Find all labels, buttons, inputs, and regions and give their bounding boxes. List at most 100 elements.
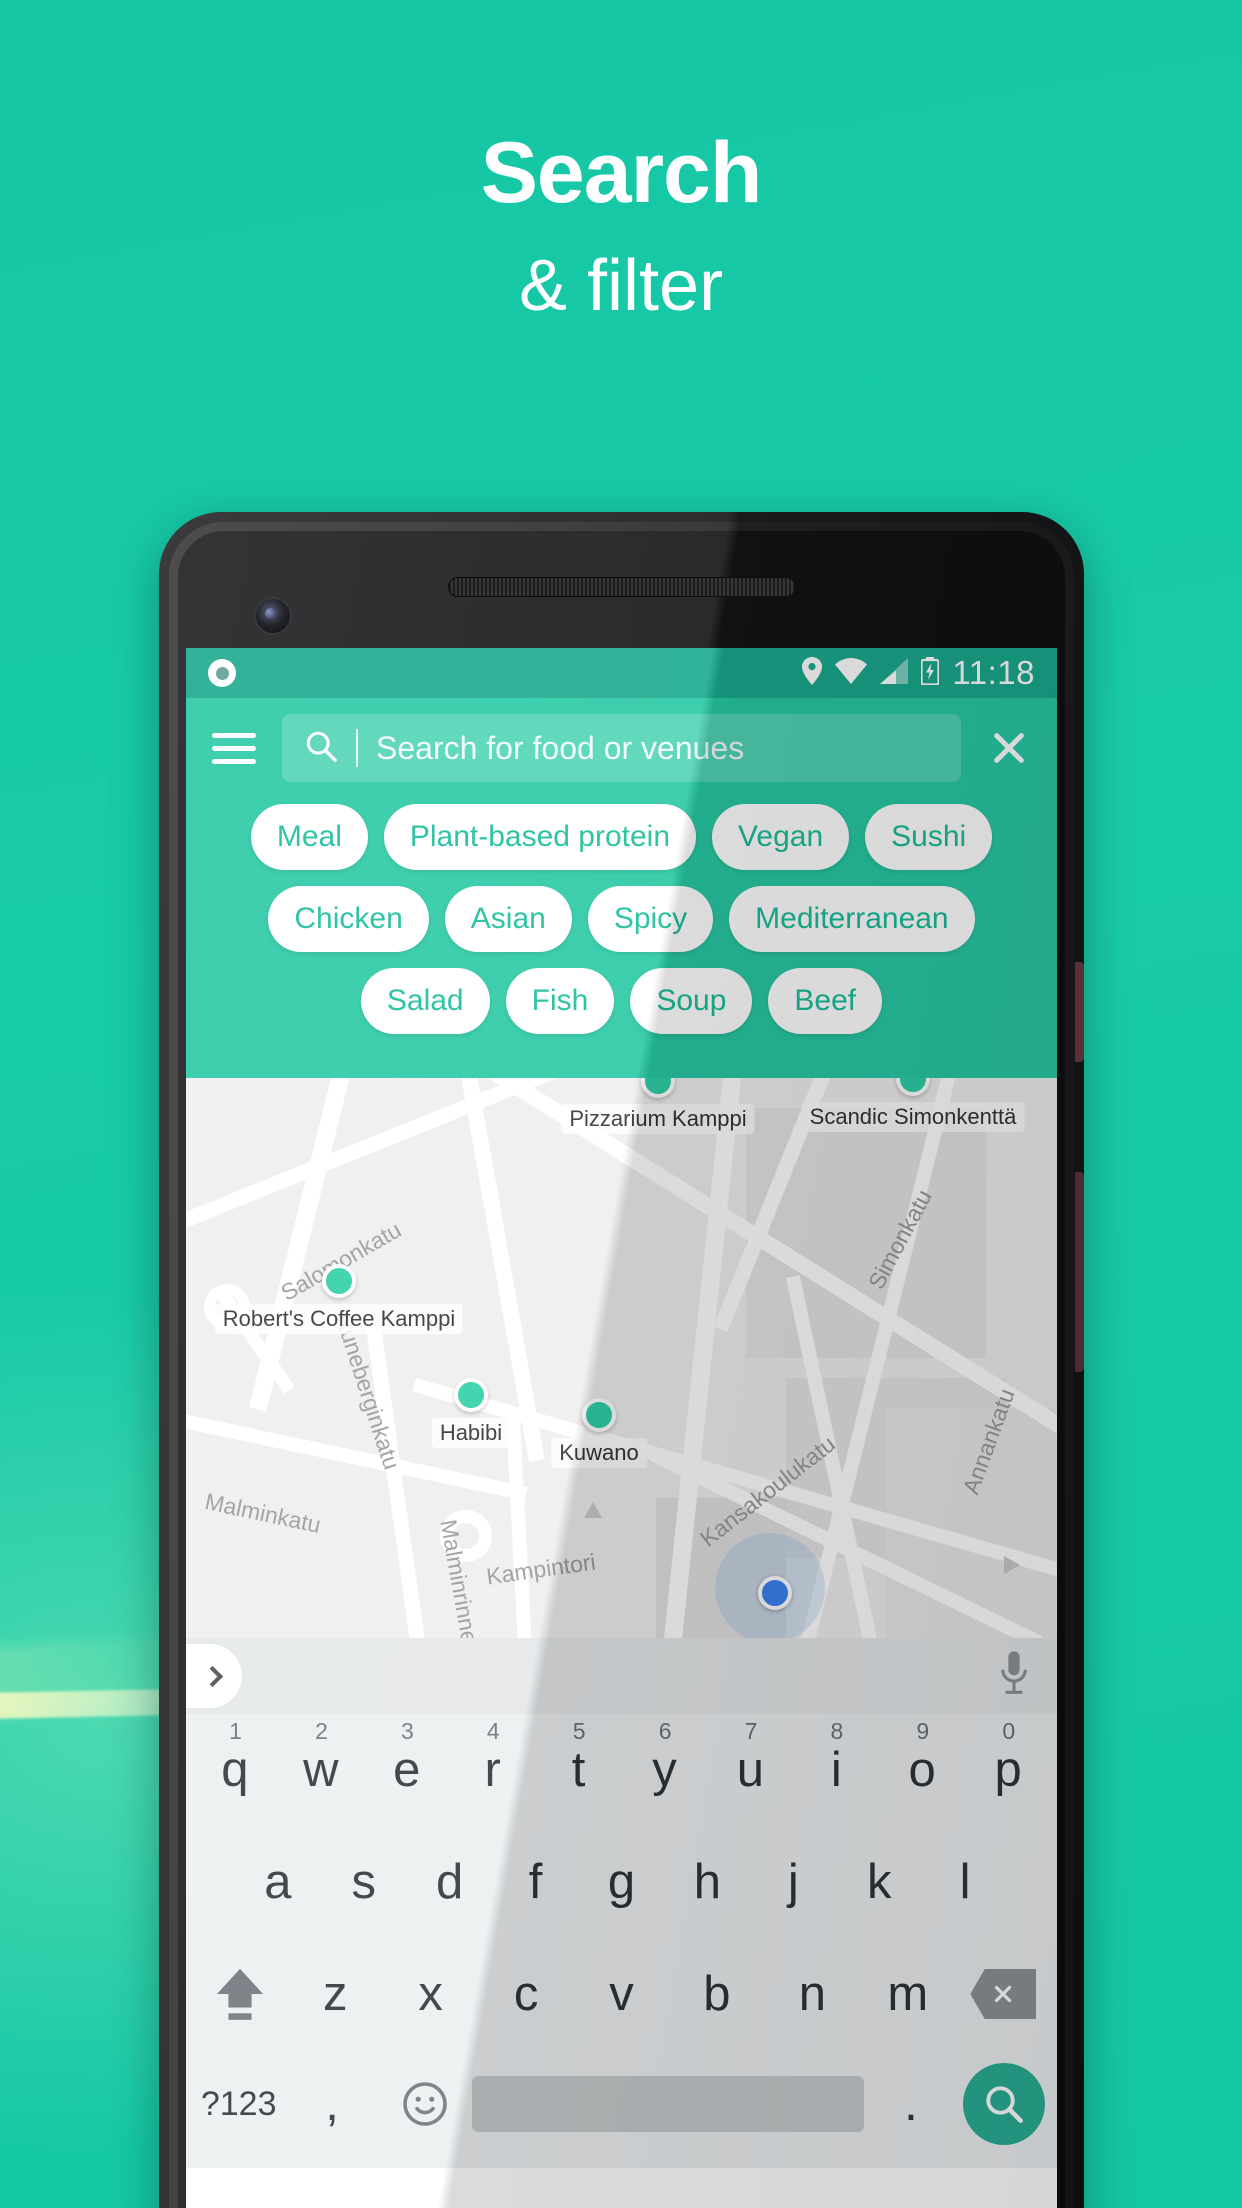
key-comma[interactable]: , bbox=[285, 2050, 378, 2158]
key-letter: l bbox=[959, 1854, 971, 1909]
map-pin-dot bbox=[322, 1264, 356, 1298]
spacebar-key[interactable] bbox=[472, 2076, 865, 2132]
key-number: 5 bbox=[572, 1718, 586, 1744]
status-bar-clock: 11:18 bbox=[952, 654, 1035, 691]
key-letter: t bbox=[571, 1742, 586, 1797]
key-u[interactable]: 7u bbox=[707, 1714, 793, 1826]
key-o[interactable]: 9o bbox=[879, 1714, 965, 1826]
key-y[interactable]: 6y bbox=[622, 1714, 708, 1826]
key-r[interactable]: 4r bbox=[450, 1714, 536, 1826]
key-letter: d bbox=[436, 1854, 464, 1909]
wifi-icon bbox=[835, 657, 868, 689]
filter-chip-vegan[interactable]: Vegan bbox=[712, 804, 850, 870]
phone-mockup: 11:18 Search for food or venues Meal Pla… bbox=[159, 512, 1084, 2208]
key-letter: i bbox=[830, 1742, 842, 1797]
key-a[interactable]: a bbox=[235, 1826, 321, 1938]
shift-arrow-icon[interactable] bbox=[192, 1938, 287, 2050]
map-pin-dot bbox=[641, 1078, 675, 1098]
filter-chip-fish[interactable]: Fish bbox=[505, 968, 615, 1034]
backspace-icon[interactable] bbox=[956, 1938, 1051, 2050]
search-input[interactable]: Search for food or venues bbox=[282, 714, 961, 782]
filter-chip-sushi[interactable]: Sushi bbox=[865, 804, 993, 870]
key-f[interactable]: f bbox=[493, 1826, 579, 1938]
key-m[interactable]: m bbox=[860, 1938, 955, 2050]
key-z[interactable]: z bbox=[287, 1938, 382, 2050]
key-letter: h bbox=[693, 1854, 722, 1909]
emoji-smiley-icon[interactable] bbox=[379, 2050, 472, 2158]
key-i[interactable]: 8i bbox=[793, 1714, 879, 1826]
key-letter: o bbox=[908, 1742, 936, 1797]
filter-chip-asian[interactable]: Asian bbox=[444, 886, 572, 952]
key-t[interactable]: 5t bbox=[536, 1714, 622, 1826]
filter-chip-panel: Meal Plant-based protein Vegan Sushi Chi… bbox=[186, 796, 1057, 1078]
phone-screen: 11:18 Search for food or venues Meal Pla… bbox=[186, 648, 1057, 2208]
text-caret bbox=[356, 729, 358, 767]
keyboard-row-4: ?123 , . bbox=[186, 2050, 1057, 2168]
key-h[interactable]: h bbox=[664, 1826, 750, 1938]
filter-chip-mediterranean[interactable]: Mediterranean bbox=[729, 886, 975, 952]
key-number: 0 bbox=[1002, 1718, 1016, 1744]
map-pin-label: Scandic Simonkenttä bbox=[801, 1102, 1025, 1132]
map-pin-kuwano[interactable]: Kuwano bbox=[551, 1398, 647, 1468]
key-j[interactable]: j bbox=[750, 1826, 836, 1938]
key-letter: a bbox=[264, 1854, 292, 1909]
map-pin-dot bbox=[896, 1078, 930, 1096]
cellular-signal-icon bbox=[880, 657, 909, 689]
key-number: 2 bbox=[315, 1718, 328, 1744]
map-pin-label: Habibi bbox=[431, 1418, 511, 1448]
symbols-label: ?123 bbox=[200, 2085, 277, 2123]
filter-chip-chicken[interactable]: Chicken bbox=[268, 886, 429, 952]
filter-chip-plant-based-protein[interactable]: Plant-based protein bbox=[383, 804, 697, 870]
key-number: 6 bbox=[658, 1718, 672, 1744]
map-pin-scandic-simonkentta[interactable]: Scandic Simonkenttä bbox=[801, 1078, 1025, 1132]
power-button[interactable] bbox=[1075, 962, 1084, 1062]
on-screen-keyboard: 1q 2w 3e 4r 5t 6y 7u 8i 9o 0p a s d f g … bbox=[186, 1638, 1057, 2168]
filter-chip-spicy[interactable]: Spicy bbox=[587, 886, 714, 952]
filter-chip-row-3: Salad Fish Soup Beef bbox=[210, 968, 1033, 1034]
map-pin-label: Kuwano bbox=[551, 1438, 647, 1468]
search-placeholder: Search for food or venues bbox=[376, 729, 745, 766]
key-q[interactable]: 1q bbox=[192, 1714, 278, 1826]
key-letter: y bbox=[652, 1742, 677, 1797]
microphone-icon[interactable] bbox=[997, 1650, 1031, 1703]
symbols-key[interactable]: ?123 bbox=[192, 2050, 285, 2158]
key-w[interactable]: 2w bbox=[278, 1714, 364, 1826]
key-b[interactable]: b bbox=[669, 1938, 764, 2050]
map-pin-pizzarium-kamppi[interactable]: Pizzarium Kamppi bbox=[561, 1078, 755, 1134]
filter-chip-beef[interactable]: Beef bbox=[768, 968, 883, 1034]
key-letter: p bbox=[994, 1742, 1022, 1797]
key-p[interactable]: 0p bbox=[965, 1714, 1051, 1826]
key-x[interactable]: x bbox=[383, 1938, 478, 2050]
volume-button[interactable] bbox=[1075, 1172, 1084, 1372]
chevron-right-icon[interactable] bbox=[186, 1644, 242, 1708]
key-number: 8 bbox=[830, 1718, 844, 1744]
filter-chip-salad[interactable]: Salad bbox=[360, 968, 490, 1034]
key-letter: m bbox=[887, 1966, 929, 2021]
search-enter-key[interactable] bbox=[958, 2050, 1051, 2158]
key-letter: k bbox=[866, 1854, 892, 1909]
key-g[interactable]: g bbox=[579, 1826, 665, 1938]
key-n[interactable]: n bbox=[765, 1938, 860, 2050]
key-letter: b bbox=[703, 1966, 731, 2021]
promo-headline: Search & filter bbox=[0, 130, 1242, 322]
close-icon[interactable] bbox=[987, 726, 1031, 770]
key-period[interactable]: . bbox=[864, 2050, 957, 2158]
filter-chip-soup[interactable]: Soup bbox=[630, 968, 753, 1034]
key-number: 7 bbox=[744, 1718, 758, 1744]
key-v[interactable]: v bbox=[574, 1938, 669, 2050]
key-c[interactable]: c bbox=[478, 1938, 573, 2050]
map-view[interactable]: Salomonkatu Runeberginkatu Malminkatu Ma… bbox=[186, 1078, 1057, 1638]
notification-dot-icon bbox=[208, 659, 236, 687]
hamburger-menu-icon[interactable] bbox=[212, 732, 256, 764]
key-s[interactable]: s bbox=[321, 1826, 407, 1938]
map-pin-habibi[interactable]: Habibi bbox=[431, 1378, 511, 1448]
key-d[interactable]: d bbox=[407, 1826, 493, 1938]
map-pin-dot bbox=[454, 1378, 488, 1412]
key-l[interactable]: l bbox=[922, 1826, 1008, 1938]
key-e[interactable]: 3e bbox=[364, 1714, 450, 1826]
filter-chip-meal[interactable]: Meal bbox=[250, 804, 368, 870]
key-k[interactable]: k bbox=[836, 1826, 922, 1938]
map-pin-roberts-coffee-kamppi[interactable]: Robert's Coffee Kamppi bbox=[214, 1264, 464, 1334]
front-camera bbox=[256, 599, 290, 633]
page-title: Search bbox=[480, 125, 763, 221]
